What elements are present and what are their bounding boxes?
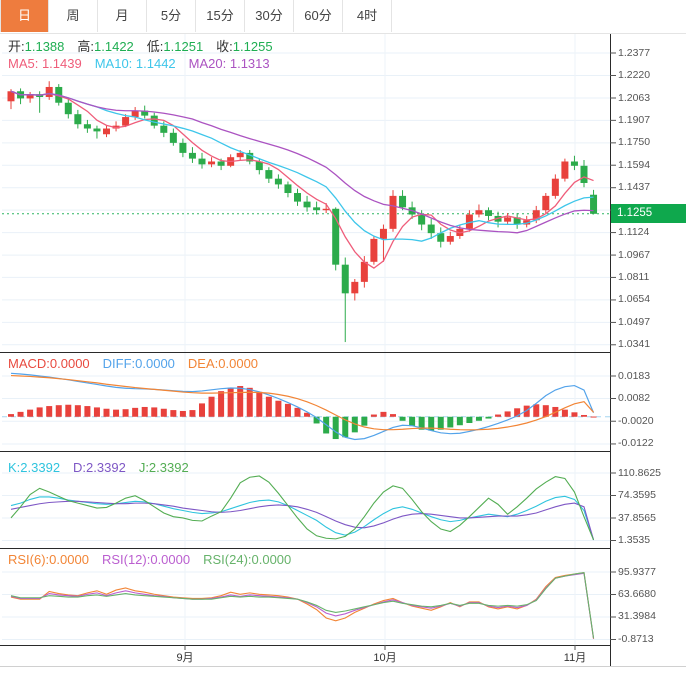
kdj-value: D:2.3392 [73, 460, 126, 475]
ma-header: MA5: 1.1439 MA10: 1.1442 MA20: 1.1313 [8, 56, 283, 71]
ma-value: MA20: 1.1313 [188, 56, 270, 71]
tab-period-5分[interactable]: 5分 [147, 0, 196, 32]
macd-value: DIFF:0.0000 [102, 356, 175, 371]
rsi-value: RSI(24):0.0000 [203, 552, 292, 567]
tab-period-月[interactable]: 月 [98, 0, 147, 32]
tab-period-4时[interactable]: 4时 [343, 0, 392, 32]
axis-label: 1.1907 [618, 113, 651, 126]
ma5-line [10, 90, 594, 269]
ma-value: MA5: 1.1439 [8, 56, 82, 71]
trading-chart-app: 日周月 5分 15分 30分 60分 4时 开:1.1388 高:1.1422 低:1.125… [0, 0, 686, 677]
ohlc-value: 开:1.1388 [8, 39, 65, 54]
axis-label: 0.0082 [618, 392, 651, 404]
kdj-value: J:2.3392 [138, 460, 189, 475]
axis-label: 1.2063 [618, 91, 651, 104]
macd-dea-line [10, 374, 594, 431]
ma20-line [10, 90, 594, 234]
rsi24-line [10, 572, 595, 639]
axis-label: 1.2220 [618, 69, 651, 81]
rsi24-line [10, 572, 595, 639]
kdj-value: K:2.3392 [8, 460, 61, 475]
axis-label: 1.2377 [618, 46, 651, 59]
axis-label: 1.3535 [618, 534, 651, 546]
axis-label: -0.0020 [618, 414, 654, 427]
period-tabbar: 日周月 5分 15分 30分 60分 4时 [0, 0, 686, 34]
axis-label: 74.3595 [618, 489, 656, 501]
macd-dea-line [10, 374, 594, 431]
axis-label: -0.8713 [618, 632, 654, 645]
ma-value: MA10: 1.1442 [94, 56, 176, 71]
axis-label: 1.0811 [618, 270, 650, 283]
rsi-value: RSI(6):0.0000 [8, 552, 89, 567]
month-label: 11月 [563, 652, 587, 664]
macd-value: DEA:0.0000 [187, 356, 259, 371]
current-price-badge: 1.1255 [611, 204, 686, 224]
axis-label: 1.1124 [618, 226, 650, 239]
month-label: 10月 [373, 652, 397, 664]
axis-label: 0.0183 [618, 369, 651, 382]
tab-period-周[interactable]: 周 [49, 0, 98, 32]
rsi-header: RSI(6):0.0000 RSI(12):0.0000 RSI(24):0.000… [8, 552, 304, 567]
kdj-header: K:2.3392 D:2.3392 J:2.3392 [8, 460, 202, 475]
rsi-value: RSI(12):0.0000 [101, 552, 191, 567]
axis-label: -0.0122 [618, 437, 654, 450]
tab-period-60分[interactable]: 60分 [294, 0, 343, 32]
axis-label: 31.3984 [618, 610, 656, 623]
axis-label: 110.8625 [618, 466, 662, 479]
kdj-d-line [10, 500, 595, 541]
axis-label: 1.1594 [618, 158, 651, 171]
macd-value: MACD:0.0000 [8, 356, 90, 371]
axis-label: 1.0654 [618, 293, 651, 306]
tab-period-30分[interactable]: 30分 [245, 0, 294, 32]
axis-label: 1.0341 [618, 338, 651, 351]
ohlc-header: 开:1.1388 高:1.1422 低:1.1251 收:1.1255 [8, 39, 286, 54]
macd-histogram [8, 386, 597, 440]
kdj-d-line [10, 500, 595, 541]
macd-header: MACD:0.0000 DIFF:0.0000 DEA:0.0000 [8, 356, 271, 371]
axis-label: 37.8565 [618, 511, 656, 524]
axis-label: 1.0967 [618, 248, 651, 261]
ohlc-value: 低:1.1251 [146, 39, 204, 54]
chart-canvas[interactable] [0, 0, 686, 677]
month-label: 9月 [176, 652, 194, 664]
panel-separators [0, 33, 686, 667]
tab-period-日[interactable]: 日 [0, 0, 49, 32]
axis-label: 1.1437 [618, 181, 651, 194]
ma5-line [10, 90, 594, 269]
axis-label: 95.9377 [618, 565, 656, 578]
axis-label: 1.0497 [618, 315, 651, 328]
tab-period-15分[interactable]: 15分 [196, 0, 245, 32]
axis-label: 63.6680 [618, 588, 656, 600]
ma20-line [10, 90, 594, 234]
ohlc-value: 收:1.1255 [216, 39, 273, 54]
axis-label: 1.1750 [618, 136, 651, 149]
ohlc-value: 高:1.1422 [77, 39, 134, 54]
